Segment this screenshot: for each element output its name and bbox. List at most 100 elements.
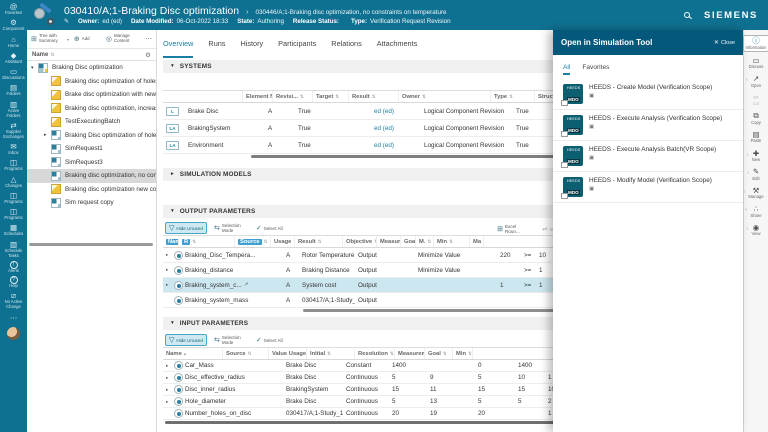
owner-link[interactable]: ed (ed) [371,142,421,149]
tree-item[interactable]: Brake disc optimization with new cost [27,88,156,102]
column-header[interactable]: Value Usage ⇅ [269,348,307,359]
tab[interactable]: Participants [278,39,316,58]
column-header[interactable]: Element Name ▴ ⚙ [243,91,273,102]
tree-item[interactable]: ▾ Braking Disc optimization [27,61,156,75]
column-header[interactable]: Result ⇅ [295,236,343,247]
expand-caret-icon[interactable]: ▸ [166,399,172,405]
sidebar-item[interactable]: ! Alerts [0,260,27,274]
column-header[interactable]: Revisi... ⇅ ⚙ [273,91,313,102]
column-header[interactable]: Usage ⇅ [271,236,295,247]
tree-item[interactable]: SimRequest3 [27,156,156,170]
command-button[interactable]: ‹ ⚒ Manage [743,186,765,201]
sidebar-item[interactable]: ◆ Assistant [0,51,27,65]
expand-caret-icon[interactable]: ▸ [166,282,172,288]
sidebar-item[interactable]: ✉ Inbox [0,142,27,156]
close-button[interactable]: ✕ Close [714,39,735,47]
sidebar-item[interactable]: ⇄ Supplier Exchanges [0,121,27,140]
expand-caret-icon[interactable]: ▸ [166,267,172,273]
tool-list-item[interactable]: HEEDS MDO HEEDS - Modify Model (Verifica… [553,172,743,203]
tree-item[interactable]: SimRequest1 [27,142,156,156]
tool-list-item[interactable]: HEEDS MDO HEEDS - Execute Analysis Batch… [553,141,743,172]
sidebar-item[interactable]: ⋯ [0,313,27,322]
command-button[interactable]: ‹ ✎ Edit [747,167,761,182]
tab[interactable]: Attachments [377,39,418,58]
column-header[interactable]: M. ⇅ [416,236,434,247]
sidebar-item[interactable]: ⚙ Component [0,18,27,32]
owner-link[interactable]: ed (ed) [371,125,421,132]
column-header[interactable]: Name ▴ [163,236,179,247]
column-header[interactable]: Goal ⇅ [425,348,453,359]
column-header[interactable]: Resolution ⇅ [355,348,395,359]
tree-item[interactable]: ▸ Braking Disc optimization of hole [27,129,156,143]
column-header[interactable]: Source ⇅ [223,348,269,359]
sidebar-item[interactable]: ◫ Programs [0,207,27,221]
column-header[interactable]: Ma [470,236,485,247]
sidebar-item[interactable]: ⧄ No Active Change [0,291,27,310]
command-button[interactable]: ‹ ◉ View [746,223,762,238]
column-header[interactable]: Measure... ⇅ [377,236,401,247]
breadcrumb[interactable]: 030446/A;1-Braking disc optimization, no… [255,9,446,16]
expand-caret-icon[interactable]: ▸ [44,132,51,138]
sidebar-item[interactable]: ⌂ Home [0,35,27,49]
manage-content-button[interactable]: ◎ Manage Content [106,33,140,44]
sidebar-item[interactable]: ◫ Programs [0,158,27,172]
column-header[interactable]: ⚙ [163,91,243,102]
sidebar-item[interactable]: △ Changes [0,175,27,189]
toolbar-button[interactable]: ✓ Select All [256,336,283,344]
tree-item[interactable]: Braking disc optimization of holes [27,75,156,89]
column-header[interactable]: Measurement ⇅ [395,348,425,359]
tree-item[interactable]: Braking disc optimization, no constraint… [27,169,156,183]
toolbar-button[interactable]: ▽ Hide Unused [165,334,207,346]
column-header[interactable]: Source ⇅ [235,236,271,247]
column-header[interactable]: Min ⇅ [434,236,470,247]
toolbar-button[interactable]: ⇆ Selection Mode [214,223,249,233]
expand-caret-icon[interactable]: ▸ [166,363,172,369]
tree-item[interactable]: Braking disc optimization, increased max… [27,102,156,116]
tree-item[interactable]: TestExecutingBatch [27,115,156,129]
toolbar-button[interactable]: ⊞ Excel Roun... [497,224,532,234]
column-header[interactable]: Initial ⇅ [307,348,355,359]
tab[interactable]: Relations [331,39,361,58]
tree-item[interactable]: Braking disc optimization new cost targe… [27,183,156,197]
command-button[interactable]: ⧉ Copy [749,111,763,126]
owner-link[interactable]: ed (ed) [371,108,421,115]
view-mode-button[interactable]: ⊞ Tree with Summary ▾ [31,33,69,44]
column-header[interactable]: Target ⇅ ⚙ [313,91,349,102]
search-icon[interactable] [684,12,691,18]
column-header[interactable]: Goal ⇅ [401,236,416,247]
expand-caret-icon[interactable]: ▸ [166,387,172,393]
sidebar-item[interactable]: ▤ Folders [0,83,27,97]
sidebar-item[interactable] [0,324,27,341]
sidebar-item[interactable]: ◫ Programs [0,191,27,205]
column-header[interactable]: R ⇅ [179,236,235,247]
column-header[interactable]: Name ▴ [163,348,223,359]
open-link-icon[interactable]: ↗ [244,282,249,288]
tree-item[interactable]: Sim request copy [27,196,156,210]
column-config-gear-icon[interactable]: ⚙ [145,51,151,59]
command-button[interactable]: ▤ Paste [749,130,764,145]
panel-tab[interactable]: Favorites [582,64,609,75]
summary-edit-icon[interactable]: ✎ [64,18,69,25]
column-header[interactable]: Owner ⇅ ⚙ [399,91,491,102]
toolbar-button[interactable]: ⇆ Selection Mode [214,335,249,345]
expand-caret-icon[interactable]: ▾ [31,65,38,71]
sidebar-item[interactable]: ▧ Schedule Tasks [0,240,27,259]
command-button[interactable]: ✂ Cut [751,93,762,108]
tool-list-item[interactable]: HEEDS MDO HEEDS - Create Model (Verifica… [553,79,743,110]
toolbar-button[interactable]: ✓ Select All [256,224,283,232]
command-button[interactable]: ‹ ∴ Share [745,204,763,219]
command-button[interactable]: ⓘ Information [742,35,768,53]
app-icon[interactable] [34,2,54,25]
toolbar-button[interactable]: ▽ Hide Unused [165,222,207,234]
sidebar-item[interactable]: ? Help [0,276,27,289]
more-button[interactable]: ⋯ [145,35,152,43]
sidebar-item[interactable]: @ Favorites [0,2,27,16]
command-button[interactable]: ‹ ↗ Open [746,74,763,89]
sidebar-item[interactable]: ▥ Active Folders [0,100,27,119]
add-button[interactable]: ⊕ Add [74,35,90,43]
expand-caret-icon[interactable]: ▸ [166,252,172,258]
tab[interactable]: Runs [208,39,225,58]
command-button[interactable]: ‹ ✚ New [747,149,762,164]
tab[interactable]: History [240,39,263,58]
tree-horizontal-scrollbar[interactable] [29,243,153,246]
